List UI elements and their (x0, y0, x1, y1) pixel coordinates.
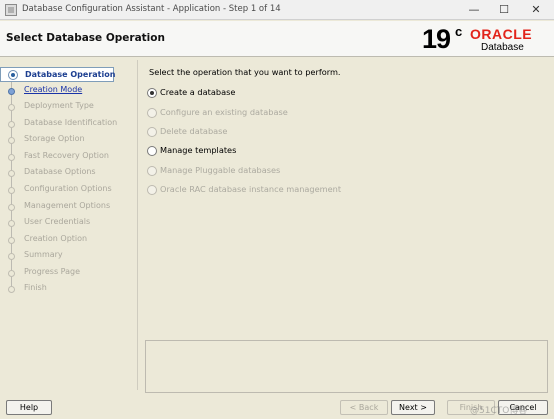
step-label: Progress Page (24, 267, 81, 276)
radio-selected-icon[interactable] (147, 88, 157, 98)
step-node-icon (8, 270, 15, 277)
logo-version: 19 (422, 24, 451, 54)
step-label: User Credentials (24, 217, 91, 226)
option-label: Configure an existing database (160, 107, 288, 117)
step-label: Configuration Options (24, 184, 112, 193)
step-storage-option: Storage Option (0, 133, 138, 147)
step-label: Database Options (24, 167, 96, 176)
step-label: Database Identification (24, 118, 118, 127)
step-node-icon (8, 70, 18, 80)
step-database-identification: Database Identification (0, 117, 138, 131)
option-rac-instance-management: Oracle RAC database instance management (147, 183, 447, 197)
step-summary: Summary (0, 249, 138, 263)
step-label: Creation Mode (24, 85, 83, 94)
step-creation-option: Creation Option (0, 233, 138, 247)
option-label: Manage templates (160, 145, 237, 155)
maximize-icon[interactable]: ☐ (490, 0, 518, 20)
logo-product: Database (481, 42, 524, 53)
message-box (145, 340, 548, 393)
minimize-icon[interactable]: — (460, 0, 488, 20)
step-label: Storage Option (24, 134, 85, 143)
window-title: Database Configuration Assistant - Appli… (22, 4, 281, 14)
radio-icon (147, 166, 157, 176)
step-node-icon (8, 187, 15, 194)
option-label: Manage Pluggable databases (160, 165, 281, 175)
step-node-icon (8, 253, 15, 260)
step-node-icon (8, 220, 15, 227)
step-fast-recovery-option: Fast Recovery Option (0, 150, 138, 164)
step-node-icon (8, 137, 15, 144)
step-label: Database Operation (25, 70, 116, 79)
watermark: @51CTO博客 (470, 406, 528, 416)
step-sidebar: Database Operation Creation Mode Deploym… (0, 60, 138, 390)
option-delete-database: Delete database (147, 125, 447, 139)
close-icon[interactable]: ✕ (522, 0, 550, 20)
radio-icon (147, 185, 157, 195)
step-database-operation[interactable]: Database Operation (0, 67, 116, 82)
step-node-icon (8, 121, 15, 128)
step-management-options: Management Options (0, 200, 138, 214)
page-header: Select Database Operation 19 c ORACLE Da… (0, 21, 554, 57)
step-node-icon (8, 286, 15, 293)
step-label: Fast Recovery Option (24, 151, 109, 160)
back-button: < Back (340, 400, 388, 415)
next-button[interactable]: Next > (391, 400, 435, 415)
step-label: Management Options (24, 201, 111, 210)
app-icon (5, 4, 17, 16)
step-node-icon (8, 154, 15, 161)
step-node-icon (8, 204, 15, 211)
page-title: Select Database Operation (6, 32, 165, 44)
step-configuration-options: Configuration Options (0, 183, 138, 197)
step-creation-mode[interactable]: Creation Mode (0, 84, 138, 98)
option-create-database[interactable]: Create a database (147, 86, 447, 100)
step-node-icon (8, 88, 15, 95)
option-configure-database: Configure an existing database (147, 106, 447, 120)
radio-icon[interactable] (147, 146, 157, 156)
window-titlebar: Database Configuration Assistant - Appli… (0, 0, 554, 20)
option-manage-templates[interactable]: Manage templates (147, 144, 447, 158)
radio-icon (147, 127, 157, 137)
logo-brand: ORACLE (470, 26, 533, 42)
step-node-icon (8, 237, 15, 244)
step-label: Deployment Type (24, 101, 94, 110)
step-node-icon (8, 170, 15, 177)
step-user-credentials: User Credentials (0, 216, 138, 230)
option-label: Create a database (160, 87, 236, 97)
step-label: Summary (24, 250, 63, 259)
step-label: Finish (24, 283, 47, 292)
step-finish: Finish (0, 282, 138, 296)
oracle-logo: 19 c ORACLE Database (422, 23, 550, 55)
step-deployment-type: Deployment Type (0, 100, 138, 114)
option-label: Oracle RAC database instance management (160, 184, 342, 194)
radio-icon (147, 108, 157, 118)
step-label: Creation Option (24, 234, 88, 243)
step-progress-page: Progress Page (0, 266, 138, 280)
option-manage-pluggable: Manage Pluggable databases (147, 164, 447, 178)
operation-prompt: Select the operation that you want to pe… (149, 67, 341, 77)
logo-version-suffix: c (455, 24, 463, 39)
option-label: Delete database (160, 126, 228, 136)
step-node-icon (8, 104, 15, 111)
help-button[interactable]: Help (6, 400, 52, 415)
step-database-options: Database Options (0, 166, 138, 180)
main-panel: Select the operation that you want to pe… (142, 60, 552, 396)
